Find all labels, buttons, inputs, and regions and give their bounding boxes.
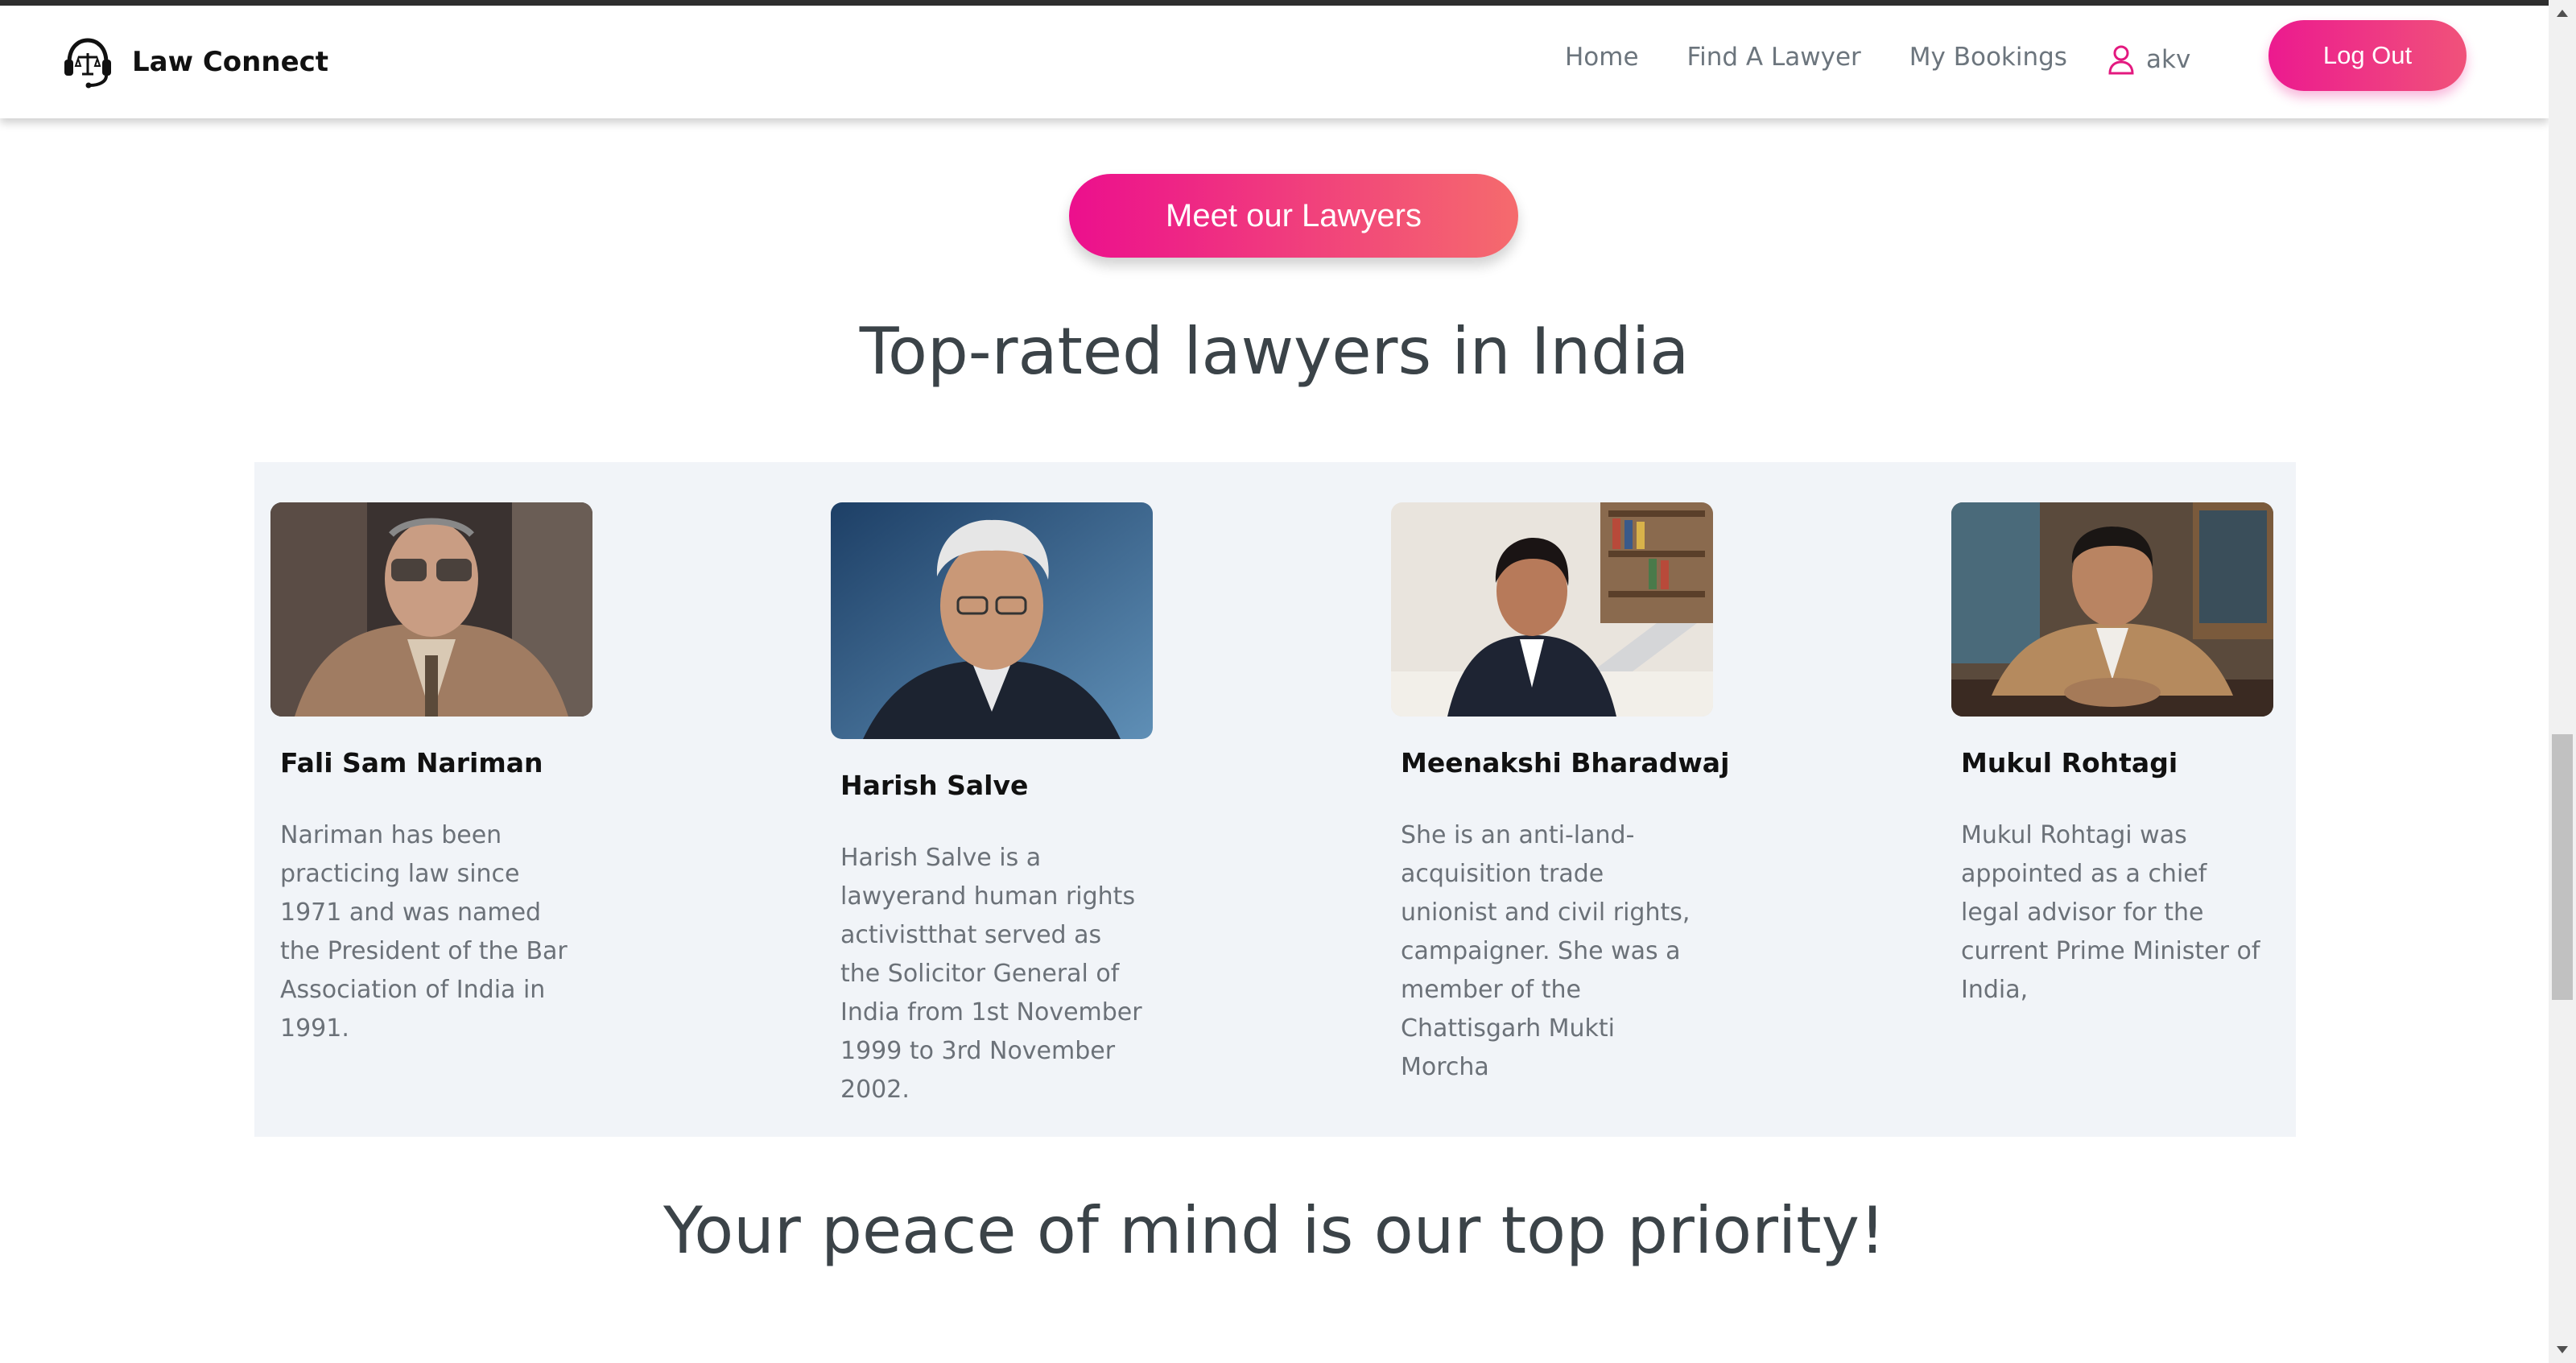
lawyer-description: Nariman has been practicing law since 19… xyxy=(280,821,568,1043)
lawyer-description: She is an anti-land-acquisition trade un… xyxy=(1401,821,1690,1081)
meet-our-lawyers-button[interactable]: Meet our Lawyers xyxy=(1069,174,1518,258)
lawyer-description: Harish Salve is a lawyerand human rights… xyxy=(840,844,1142,1104)
lawyer-photo xyxy=(270,502,592,717)
navbar: Law Connect Home Find A Lawyer My Bookin… xyxy=(0,6,2549,118)
lawyer-name: Harish Salve xyxy=(840,770,1029,801)
nav-link-my-bookings[interactable]: My Bookings xyxy=(1909,43,2067,72)
top-rated-title: Top-rated lawyers in India xyxy=(859,314,1690,389)
user-menu[interactable]: akv xyxy=(2107,44,2190,75)
peace-of-mind-title: Your peace of mind is our top priority! xyxy=(663,1193,1886,1268)
scroll-up-arrow-icon[interactable] xyxy=(2557,10,2568,17)
brand-name: Law Connect xyxy=(132,46,329,78)
scroll-down-arrow-icon[interactable] xyxy=(2557,1346,2568,1353)
nav-link-home[interactable]: Home xyxy=(1565,43,1639,72)
lawyer-description: Mukul Rohtagi was appointed as a chief l… xyxy=(1961,821,2260,1004)
user-icon xyxy=(2108,45,2134,75)
lawyer-name: Meenakshi Bharadwaj xyxy=(1401,747,1730,779)
window-top-border xyxy=(0,0,2576,6)
nav-links: Home Find A Lawyer My Bookings xyxy=(1565,43,2067,72)
scrollbar-thumb[interactable] xyxy=(2552,734,2573,1000)
support-headset-scales-icon xyxy=(64,38,111,89)
page-scrollbar[interactable] xyxy=(2549,0,2576,1363)
lawyer-photo xyxy=(1951,502,2273,717)
lawyer-photo xyxy=(1391,502,1713,717)
user-name: akv xyxy=(2146,45,2191,74)
lawyer-name: Fali Sam Nariman xyxy=(280,747,543,779)
logout-button[interactable]: Log Out xyxy=(2268,20,2467,91)
lawyer-photo xyxy=(831,502,1153,739)
lawyer-name: Mukul Rohtagi xyxy=(1961,747,2178,779)
brand[interactable]: Law Connect xyxy=(61,28,328,96)
lawyers-panel: Fali Sam Nariman Nariman has been practi… xyxy=(254,462,2296,1137)
nav-link-find-a-lawyer[interactable]: Find A Lawyer xyxy=(1687,43,1861,72)
